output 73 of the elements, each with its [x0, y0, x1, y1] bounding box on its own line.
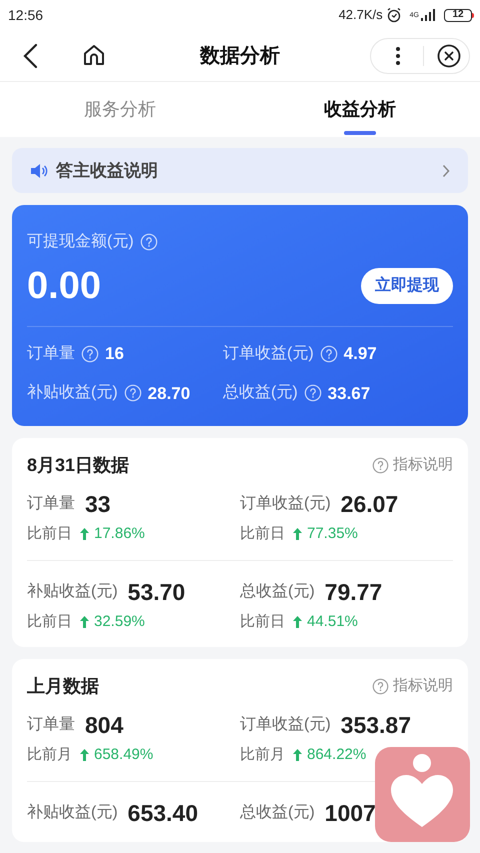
up-arrow-icon [293, 528, 302, 540]
metric-label: 总收益(元) [240, 802, 315, 822]
change-value: 32.59% [94, 612, 145, 632]
stat-value: 28.70 [148, 382, 190, 404]
help-icon [81, 344, 99, 363]
metric-value: 1007 [324, 798, 376, 828]
up-arrow-icon [293, 616, 302, 628]
metric-value: 353.87 [340, 711, 412, 740]
stat-value: 16 [105, 343, 124, 365]
withdraw-button[interactable]: 立即提现 [361, 268, 453, 304]
tab[interactable]: 收益分析 [324, 96, 396, 123]
page-title: 数据分析 [200, 44, 280, 68]
battery-icon: 12 [444, 8, 472, 22]
stat-label: 补贴收益(元) [27, 382, 118, 404]
stat-value: 33.67 [328, 382, 370, 404]
stat-label: 订单量 [27, 344, 75, 364]
metric-value: 804 [85, 711, 124, 740]
compare-label: 比前日 [27, 524, 72, 544]
metric-label: 补贴收益(元) [27, 802, 118, 822]
card-title: 上月数据 [27, 675, 99, 698]
balance-label: 可提现金额(元) [27, 232, 134, 252]
balance-amount: 0.00 [27, 264, 101, 309]
help-icon [304, 384, 322, 402]
help-icon [372, 457, 389, 474]
notice-bar[interactable]: 答主收益说明 [12, 148, 468, 193]
status-time: 12:56 [8, 6, 44, 24]
alarm-icon [386, 7, 402, 23]
up-arrow-icon [80, 528, 89, 540]
metric-label: 补贴收益(元) [27, 582, 118, 602]
metric-label: 订单量 [27, 715, 75, 735]
stat-value: 4.97 [344, 343, 377, 365]
metric-value: 653.40 [128, 798, 198, 828]
card-title: 8月31日数据 [27, 454, 130, 477]
change-value: 17.86% [94, 524, 145, 544]
metric-value: 26.07 [340, 490, 398, 519]
compare-label: 比前日 [27, 612, 72, 632]
more-icon[interactable] [395, 46, 401, 66]
metric-help-link[interactable]: 指标说明 [372, 454, 453, 477]
metric-label: 订单收益(元) [240, 715, 331, 735]
metric-label: 订单收益(元) [240, 494, 331, 514]
close-icon[interactable] [437, 44, 461, 68]
speaker-icon [30, 162, 48, 178]
change-value: 77.35% [307, 524, 358, 544]
metric-label: 总收益(元) [240, 582, 315, 602]
tab[interactable]: 服务分析 [84, 96, 156, 123]
change-value: 658.49% [94, 745, 154, 765]
up-arrow-icon [80, 616, 89, 628]
metric-value: 79.77 [324, 578, 382, 606]
up-arrow-icon [293, 749, 302, 762]
compare-label: 比前月 [240, 745, 285, 765]
compare-label: 比前日 [240, 612, 285, 632]
chevron-right-icon [442, 164, 450, 178]
up-arrow-icon [80, 749, 89, 762]
help-icon [140, 233, 158, 251]
compare-label: 比前月 [27, 745, 72, 765]
metric-label: 订单量 [27, 494, 75, 514]
metric-value: 33 [85, 490, 111, 519]
signal-icon [420, 9, 436, 21]
network-speed: 42.7K/s [338, 6, 383, 24]
help-icon [124, 384, 142, 402]
compare-label: 比前日 [240, 524, 285, 544]
stat-label: 订单收益(元) [223, 344, 314, 364]
tab-indicator [344, 131, 376, 135]
metric-value: 53.70 [128, 578, 186, 606]
metric-help-link[interactable]: 指标说明 [372, 675, 453, 698]
change-value: 44.51% [307, 612, 358, 632]
home-icon[interactable] [82, 43, 106, 67]
change-value: 864.22% [307, 745, 366, 765]
stat-label: 总收益(元) [223, 383, 298, 404]
notice-text: 答主收益说明 [56, 160, 159, 182]
help-icon [320, 344, 338, 363]
help-icon [372, 678, 389, 695]
back-icon[interactable] [22, 43, 38, 69]
